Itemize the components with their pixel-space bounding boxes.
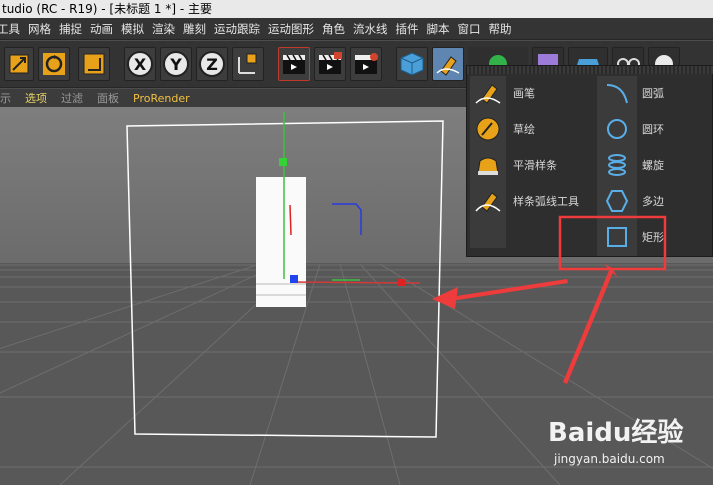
menu-item-label: 平滑样条 <box>513 159 557 172</box>
coordinate-system-button[interactable] <box>232 47 264 81</box>
menu-item-circle[interactable]: 圆环 <box>600 112 664 146</box>
menu-snap[interactable]: 捕捉 <box>59 21 90 37</box>
axis-z-button[interactable]: Z <box>196 47 228 81</box>
render-to-picture-viewer-button[interactable] <box>314 47 346 81</box>
cube-icon <box>400 52 424 76</box>
menu-bar: 工具 网格 捕捉 动画 模拟 渲染 雕刻 运动跟踪 运动图形 角色 流水线 插件… <box>0 18 713 40</box>
menu-item-arc[interactable]: 圆弧 <box>600 76 664 110</box>
menu-item-pen[interactable]: 画笔 <box>471 76 535 110</box>
sketch-icon <box>476 117 500 141</box>
menu-animate[interactable]: 动画 <box>90 21 121 37</box>
menu-render[interactable]: 渲染 <box>152 21 183 37</box>
menu-character[interactable]: 角色 <box>322 21 353 37</box>
clapper-icon <box>319 52 342 74</box>
menu-pipeline[interactable]: 流水线 <box>353 21 396 37</box>
axis-x-button[interactable]: X <box>124 47 156 81</box>
arc-icon <box>606 84 628 104</box>
menu-script[interactable]: 脚本 <box>427 21 458 37</box>
rotate-tool-button[interactable] <box>38 47 70 81</box>
spline-arc-tool-icon <box>475 192 501 212</box>
tab-options[interactable]: 选项 <box>25 90 47 106</box>
menu-item-helix[interactable]: 螺旋 <box>600 148 664 182</box>
menu-mesh[interactable]: 网格 <box>28 21 59 37</box>
menu-item-label: 螺旋 <box>642 159 664 172</box>
world-coordinates-icon <box>238 53 257 74</box>
menu-item-rectangle[interactable]: 矩形 <box>600 220 664 254</box>
axis-z-label: Z <box>206 54 218 74</box>
spline-pen-button[interactable] <box>432 47 464 81</box>
tab-prorender[interactable]: ProRender <box>133 92 190 105</box>
tab-filter[interactable]: 过滤 <box>61 90 83 106</box>
watermark-logo: Baidu经验 <box>548 418 684 448</box>
tab-display[interactable]: 示 <box>0 90 11 106</box>
clapper-icon <box>283 54 305 74</box>
menu-plugins[interactable]: 插件 <box>396 21 427 37</box>
scale-icon <box>9 54 29 74</box>
baidu-watermark: Baidu经验 jingyan.baidu.com <box>548 412 708 474</box>
model-mode-icon <box>83 53 105 75</box>
render-view-button[interactable] <box>278 47 310 81</box>
menu-item-label: 圆环 <box>642 123 664 136</box>
menu-item-smooth-spline[interactable]: 平滑样条 <box>471 148 557 182</box>
menu-item-polygon[interactable]: 多边 <box>600 184 664 218</box>
watermark-url: jingyan.baidu.com <box>554 452 665 466</box>
model-mode-button[interactable] <box>78 47 110 81</box>
menu-tools[interactable]: 工具 <box>0 21 28 37</box>
scale-tool-button[interactable] <box>4 47 34 81</box>
smooth-spline-icon <box>477 157 499 175</box>
menu-help[interactable]: 帮助 <box>489 21 520 37</box>
polygon-icon <box>605 190 629 212</box>
clapper-gear-icon <box>355 53 378 74</box>
tab-panel[interactable]: 面板 <box>97 90 119 106</box>
rotate-icon <box>43 53 65 75</box>
menu-item-label: 样条弧线工具 <box>513 195 579 208</box>
spline-tools-popup: 画笔 草绘 平滑样条 样条弧线工具 圆弧 圆环 螺旋 多边 矩形 <box>466 65 713 257</box>
white-plane-object[interactable] <box>256 177 306 307</box>
axis-x-label: X <box>133 54 147 74</box>
menu-sculpt[interactable]: 雕刻 <box>183 21 214 37</box>
menu-window[interactable]: 窗口 <box>458 21 489 37</box>
circle-icon <box>607 119 627 139</box>
menu-motion-tracking[interactable]: 运动跟踪 <box>214 21 268 37</box>
menu-item-label: 多边 <box>642 195 664 208</box>
helix-icon <box>608 154 626 176</box>
axis-y-label: Y <box>170 54 182 74</box>
menu-mograph[interactable]: 运动图形 <box>268 21 322 37</box>
object-origin <box>290 275 298 283</box>
menu-item-label: 草绘 <box>513 123 535 136</box>
menu-item-sketch[interactable]: 草绘 <box>471 112 535 146</box>
menu-item-label: 圆弧 <box>642 87 664 100</box>
pen-icon <box>475 84 501 104</box>
axis-y-button[interactable]: Y <box>160 47 192 81</box>
menu-item-spline-arc-tool[interactable]: 样条弧线工具 <box>471 184 579 218</box>
cube-button[interactable] <box>396 47 428 81</box>
window-title: tudio (RC - R19) - [未标题 1 *] - 主要 <box>0 0 713 18</box>
menu-simulate[interactable]: 模拟 <box>121 21 152 37</box>
menu-item-label: 矩形 <box>642 231 664 244</box>
menu-item-label: 画笔 <box>513 87 535 100</box>
render-settings-button[interactable] <box>350 47 382 81</box>
pen-icon <box>436 56 460 76</box>
rectangle-icon <box>607 227 627 247</box>
